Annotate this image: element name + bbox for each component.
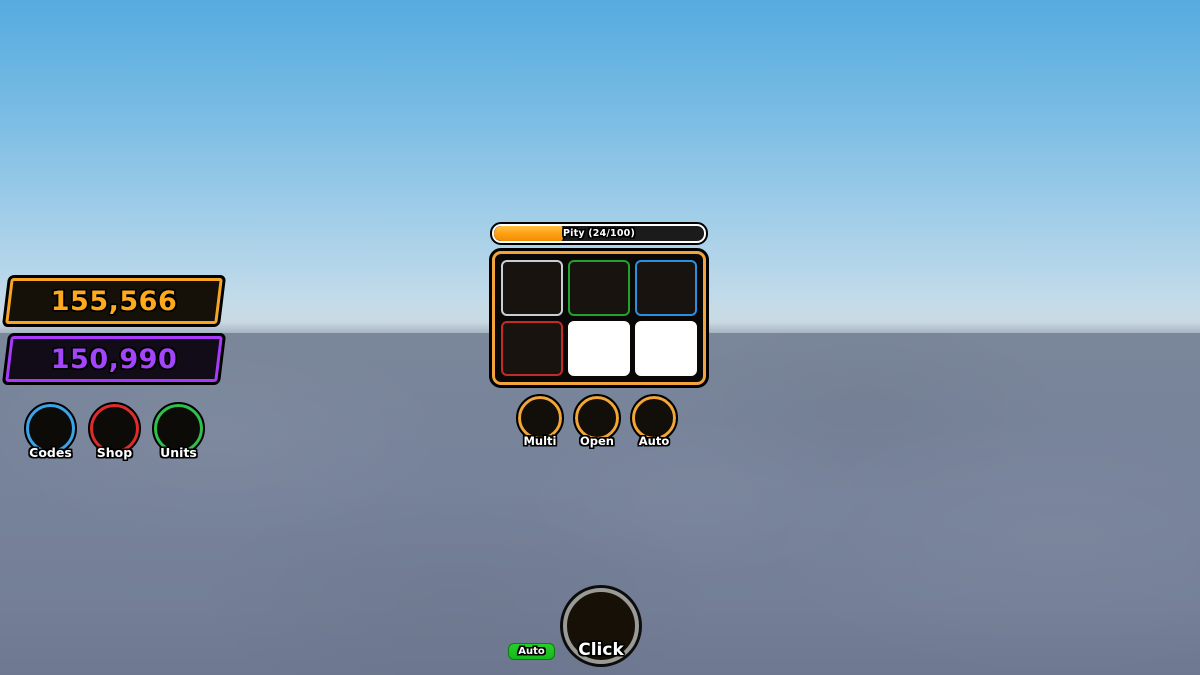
auto-click-toggle-label: Auto [518, 646, 545, 657]
main-click-button-label: Click [578, 640, 624, 660]
reward-cell-3[interactable] [635, 260, 697, 316]
gacha-multi-button[interactable]: Multi [516, 394, 564, 448]
currency-panel: 155,566 150,990 [2, 275, 226, 394]
gacha-reward-grid [489, 248, 709, 388]
auto-click-toggle[interactable]: Auto [508, 643, 555, 660]
reward-cell-4[interactable] [501, 320, 563, 376]
gacha-auto-button[interactable]: Auto [630, 394, 678, 448]
reward-cell-2[interactable] [568, 260, 630, 316]
reward-cell-5[interactable] [568, 320, 630, 376]
reward-cell-6[interactable] [635, 320, 697, 376]
pity-progress-label: Pity (24/100) [562, 228, 636, 239]
reward-cell-1[interactable] [501, 260, 563, 316]
nav-button-shop[interactable]: Shop [72, 386, 157, 471]
gacha-open-button[interactable]: Open [573, 394, 621, 448]
gacha-open-label: Open [580, 434, 614, 448]
gem-currency-bar: 150,990 [2, 333, 226, 385]
nav-button-units[interactable]: Units [152, 402, 205, 460]
gem-currency-value: 150,990 [50, 343, 178, 375]
nav-button-shop-label: Shop [96, 445, 133, 460]
gacha-multi-label: Multi [523, 434, 557, 448]
nav-button-codes-label: Codes [29, 445, 72, 460]
gold-currency-bar: 155,566 [2, 275, 226, 327]
sidebar-nav: Codes Shop Units [24, 386, 205, 471]
nav-button-codes[interactable]: Codes [24, 402, 77, 460]
gacha-auto-label: Auto [638, 434, 670, 448]
pity-progress-bar: Pity (24/100) [490, 222, 708, 245]
gacha-action-row: Multi Open Auto [516, 394, 678, 448]
game-viewport: 155,566 150,990 Codes Shop Units Pity (2… [0, 0, 1200, 675]
gacha-panel: Pity (24/100) [489, 222, 709, 388]
nav-button-units-label: Units [160, 445, 197, 460]
gold-currency-value: 155,566 [50, 285, 178, 317]
pity-progress-fill [494, 226, 566, 241]
